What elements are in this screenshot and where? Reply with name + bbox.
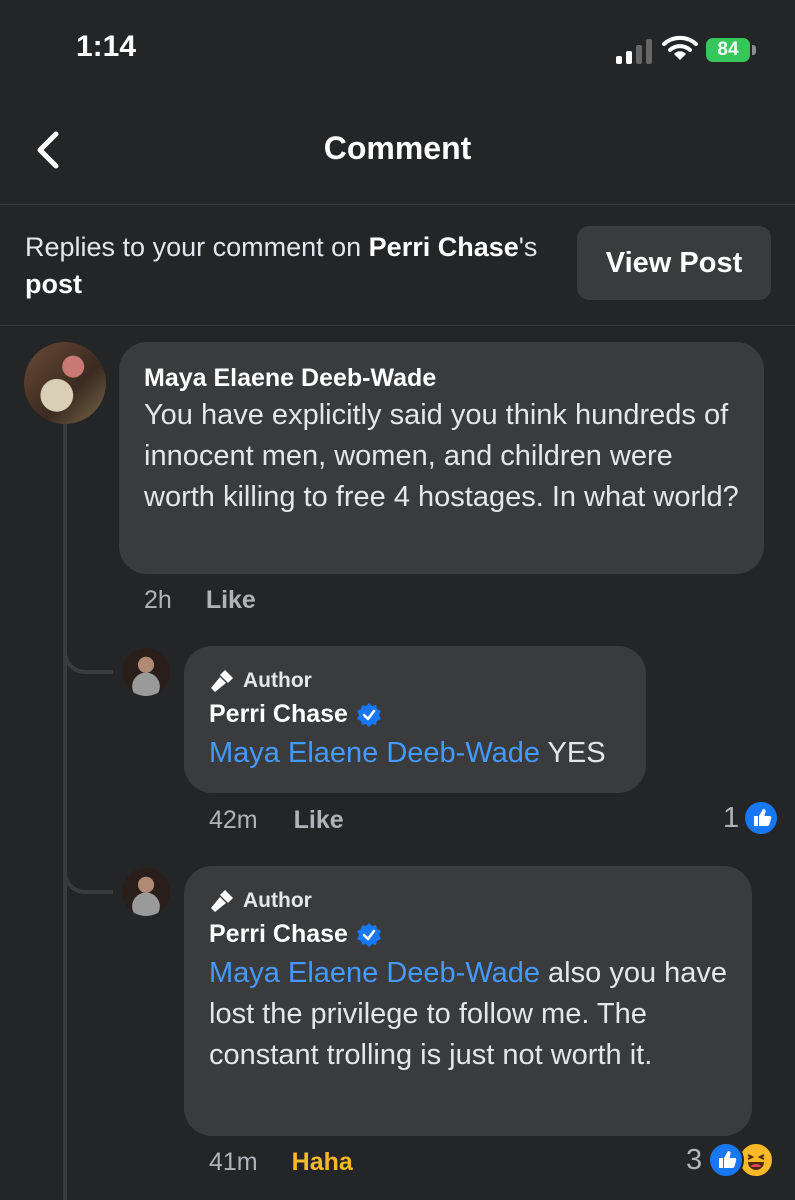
comment-timestamp[interactable]: 2h <box>144 586 172 615</box>
battery-icon: 84 <box>706 38 750 62</box>
author-badge-label: Author <box>243 669 312 692</box>
reaction-count: 3 <box>686 1143 703 1176</box>
post-word: post <box>25 269 82 299</box>
context-description: Replies to your comment on Perri Chase's… <box>25 229 545 303</box>
reply-avatar[interactable] <box>122 868 170 916</box>
reaction-summary[interactable]: 3 <box>686 1142 775 1178</box>
like-icon <box>708 1142 745 1178</box>
replies-context-bar: Replies to your comment on Perri Chase's… <box>0 205 795 326</box>
verified-badge-icon <box>356 922 381 947</box>
cellular-signal-icon <box>616 39 652 64</box>
thread-connector <box>63 862 113 894</box>
top-nav: Comment <box>0 100 795 205</box>
reply-bubble: Author Perri Chase Maya Elaene Deeb-Wade… <box>184 646 646 793</box>
wifi-icon <box>662 35 698 60</box>
reply-timestamp[interactable]: 41m <box>209 1148 258 1177</box>
microphone-icon <box>211 670 233 692</box>
author-badge-label: Author <box>243 889 312 912</box>
reply-text-content: YES <box>540 737 606 769</box>
comment-author[interactable]: Maya Elaene Deeb-Wade <box>144 364 436 393</box>
author-badge: Author <box>209 888 739 914</box>
comment-meta: 2h Like <box>144 586 256 615</box>
like-icon <box>743 800 780 836</box>
thread-connector <box>63 642 113 674</box>
reply-text: Maya Elaene Deeb-Wade also you have lost… <box>209 953 739 1076</box>
reply-meta: 42m Like <box>209 806 344 835</box>
page-title: Comment <box>323 130 472 166</box>
context-prefix: Replies to your comment on <box>25 232 369 262</box>
microphone-icon <box>211 890 233 912</box>
battery-nub <box>752 45 756 55</box>
view-post-button[interactable]: View Post <box>577 226 771 300</box>
like-button[interactable]: Like <box>294 806 344 835</box>
reply-bubble: Author Perri Chase Maya Elaene Deeb-Wade… <box>184 866 752 1136</box>
author-badge: Author <box>209 668 606 694</box>
possessive: 's <box>518 232 538 262</box>
status-bar: 1:14 84 <box>0 0 795 100</box>
reply-meta: 41m Haha <box>209 1148 353 1177</box>
battery-level: 84 <box>717 39 739 60</box>
mention-link[interactable]: Maya Elaene Deeb-Wade <box>209 737 540 769</box>
reaction-summary[interactable]: 1 <box>723 800 780 836</box>
reply-author[interactable]: Perri Chase <box>209 920 348 949</box>
status-time: 1:14 <box>76 30 137 63</box>
reply-text: Maya Elaene Deeb-Wade YES <box>209 733 606 774</box>
post-owner-name[interactable]: Perri Chase <box>369 232 519 262</box>
reaction-count: 1 <box>723 801 740 834</box>
comment-text: You have explicitly said you think hundr… <box>144 399 739 513</box>
haha-reaction-button[interactable]: Haha <box>292 1148 353 1177</box>
verified-badge-icon <box>356 702 381 727</box>
reply-timestamp[interactable]: 42m <box>209 806 258 835</box>
thread-line <box>63 423 67 1200</box>
mention-link[interactable]: Maya Elaene Deeb-Wade <box>209 957 540 989</box>
comment-bubble: Maya Elaene Deeb-Wade You have explicitl… <box>119 342 764 574</box>
reply-avatar[interactable] <box>122 648 170 696</box>
like-button[interactable]: Like <box>206 586 256 615</box>
reply-author[interactable]: Perri Chase <box>209 700 348 729</box>
commenter-avatar[interactable] <box>24 342 106 424</box>
